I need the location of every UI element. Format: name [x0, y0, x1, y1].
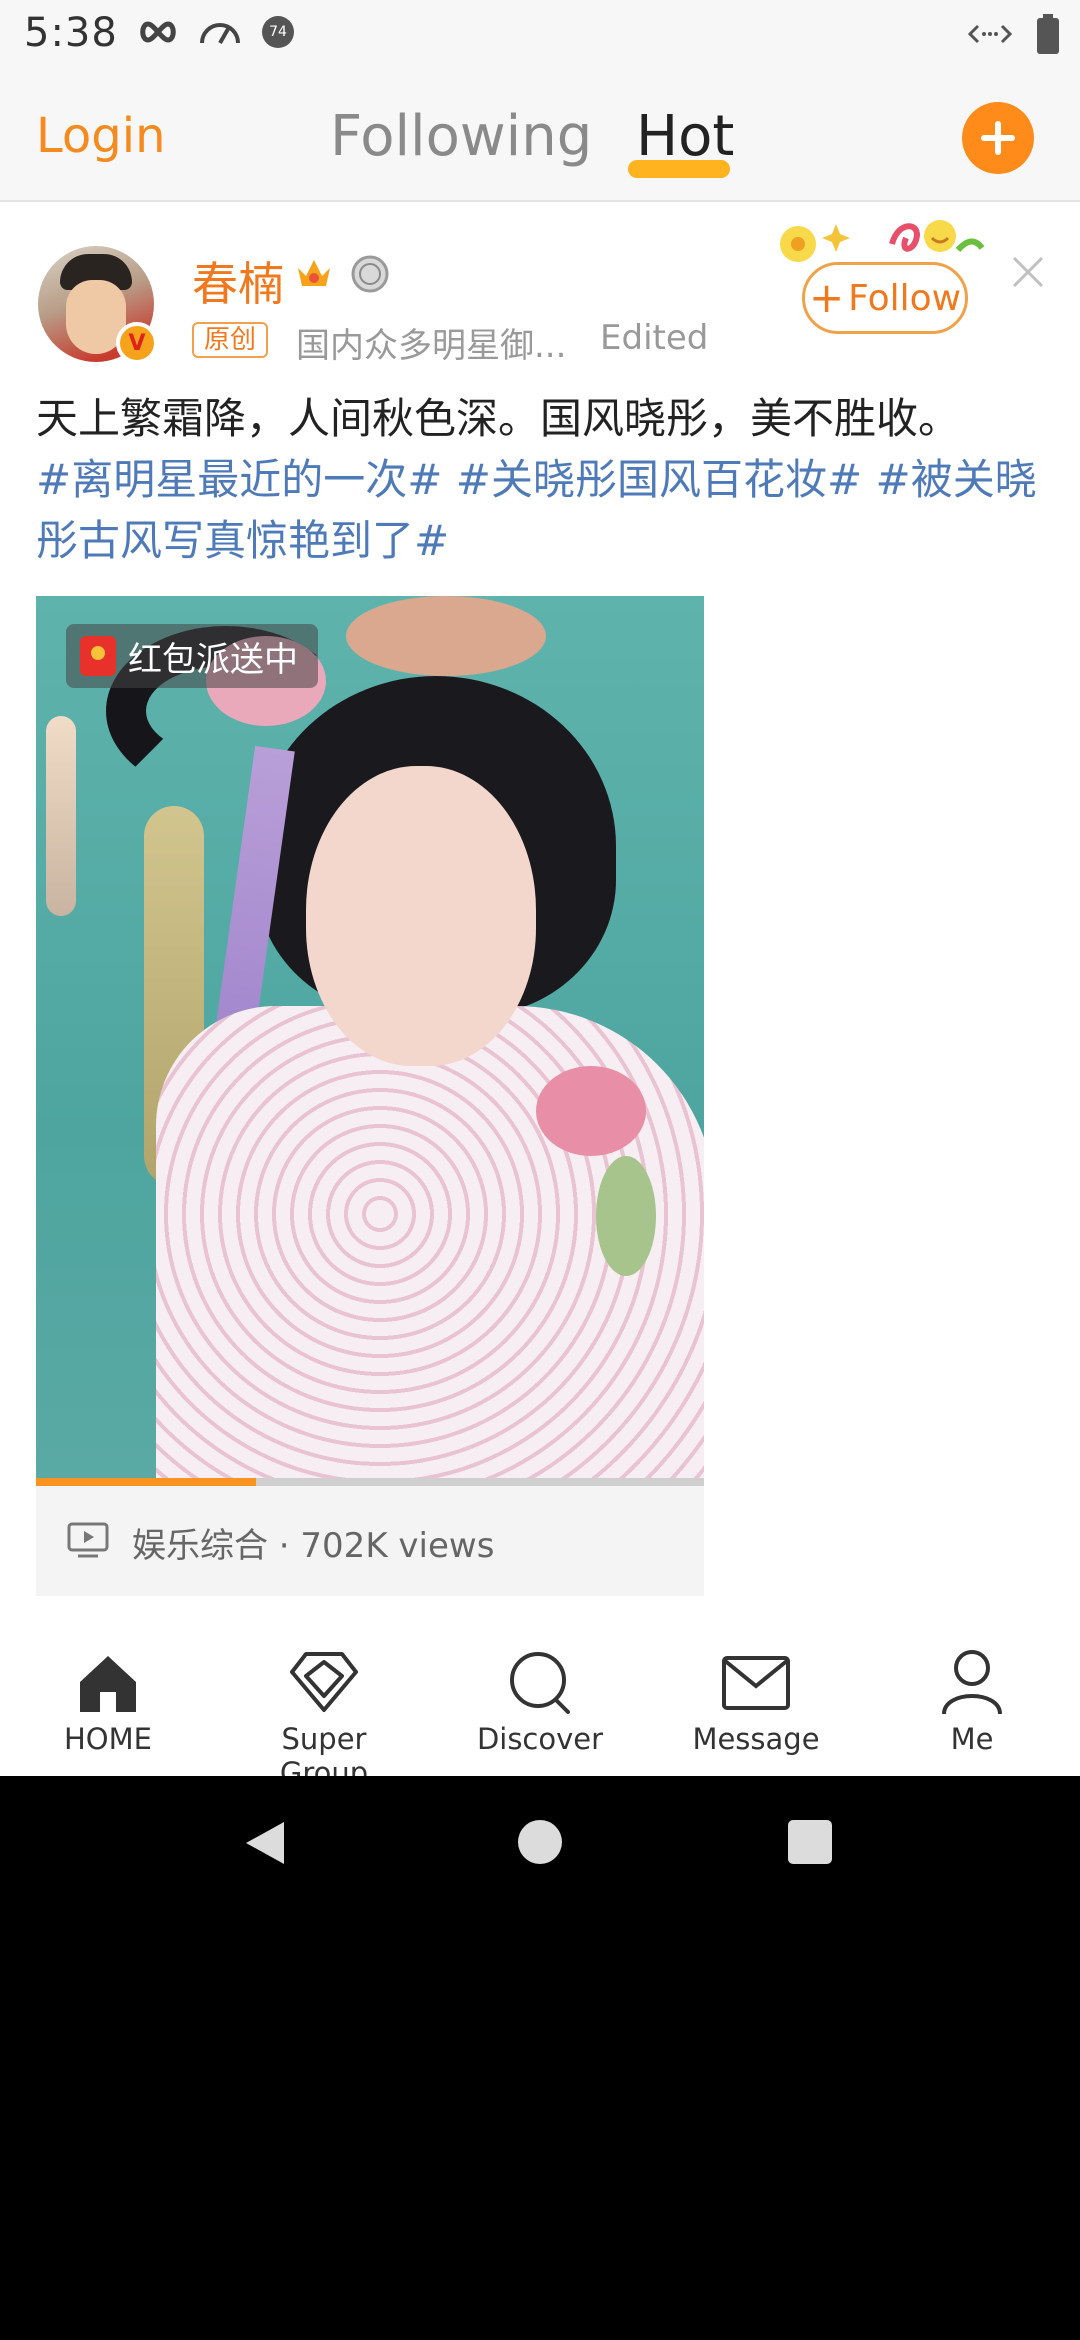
- video-player[interactable]: 红包派送中: [36, 596, 704, 1486]
- video-art: [46, 716, 76, 916]
- video-icon: [67, 1522, 109, 1558]
- video-art: [346, 596, 546, 676]
- tab-label: HOME: [64, 1722, 152, 1756]
- video-art: [596, 1156, 656, 1276]
- plus-icon: [981, 121, 1015, 155]
- edited-label: Edited: [600, 318, 709, 358]
- search-icon: [510, 1652, 570, 1714]
- tab-home[interactable]: HOME: [18, 1648, 198, 1756]
- video-art: [536, 1066, 646, 1156]
- home-icon: [80, 1656, 136, 1712]
- medal-badge-icon: [351, 255, 389, 293]
- notification-badge-icon: 74: [262, 16, 294, 48]
- code-arrows-icon: [968, 24, 1012, 44]
- verified-mark: V: [128, 330, 146, 356]
- speedometer-icon: [200, 23, 240, 44]
- notification-badge-text: 74: [269, 24, 287, 40]
- status-icons-right: [968, 14, 1060, 54]
- system-nav-bar: [0, 1776, 1080, 1916]
- bottom-tab-bar: HOME Super Group Discover Message Me: [0, 1622, 1080, 1776]
- recents-icon[interactable]: [788, 1820, 832, 1864]
- video-art: [306, 766, 536, 1066]
- red-packet-label: 红包派送中: [128, 639, 298, 680]
- app-screen: 5:38 74 Login Following Hot V 春楠 原创 国内众多…: [0, 0, 1080, 1776]
- tab-label: Discover: [476, 1722, 604, 1756]
- hashtag[interactable]: #离明星最近的一次#: [36, 455, 442, 504]
- status-time: 5:38: [24, 10, 118, 56]
- back-icon[interactable]: [240, 1818, 290, 1868]
- red-packet-banner[interactable]: 红包派送中: [66, 624, 318, 688]
- diamond-icon: [290, 1652, 358, 1712]
- post-text: 天上繁霜降，人间秋色深。国风晓彤，美不胜收。 #离明星最近的一次# #关晓彤国风…: [36, 388, 1046, 571]
- post-body: 天上繁霜降，人间秋色深。国风晓彤，美不胜收。: [36, 394, 961, 443]
- tab-label: Super Group: [279, 1722, 369, 1776]
- compose-button[interactable]: [962, 102, 1034, 174]
- status-bar: 5:38 74: [0, 0, 1080, 72]
- login-link[interactable]: Login: [36, 108, 166, 164]
- video-meta: 娱乐综合 · 702K views: [36, 1486, 704, 1596]
- crown-badge-icon: [298, 260, 330, 286]
- video-progress-fill: [36, 1478, 257, 1486]
- envelope-icon: [722, 1656, 790, 1710]
- status-icons-left: 74: [138, 16, 294, 48]
- home-button-icon[interactable]: [518, 1820, 562, 1864]
- close-icon[interactable]: [1008, 252, 1048, 292]
- hashtag[interactable]: #关晓彤国风百花妆#: [456, 455, 862, 504]
- username[interactable]: 春楠: [192, 248, 284, 314]
- tab-message[interactable]: Message: [666, 1648, 846, 1756]
- follow-button[interactable]: + Follow: [802, 262, 968, 334]
- active-tab-indicator: [628, 160, 730, 178]
- red-packet-icon: [80, 636, 116, 676]
- follow-plus-icon: +: [808, 273, 845, 322]
- post-source: 国内众多明星御...: [296, 326, 567, 366]
- tab-label: Message: [692, 1722, 820, 1756]
- tab-following[interactable]: Following: [330, 104, 592, 169]
- video-meta-text: 娱乐综合 · 702K views: [132, 1526, 495, 1566]
- follow-label: Follow: [848, 277, 962, 319]
- tab-me[interactable]: Me: [882, 1648, 1062, 1756]
- original-tag: 原创: [192, 322, 269, 358]
- tab-discover[interactable]: Discover: [450, 1648, 630, 1756]
- person-icon: [942, 1650, 1002, 1715]
- infinity-icon: [140, 21, 176, 43]
- battery-icon: [1037, 14, 1059, 54]
- top-nav: Login Following Hot: [0, 72, 1080, 202]
- tab-super-group[interactable]: Super Group: [234, 1648, 414, 1776]
- tab-label: Me: [950, 1722, 994, 1756]
- video-progress-bar[interactable]: [36, 1478, 704, 1486]
- verified-badge: V: [116, 322, 158, 364]
